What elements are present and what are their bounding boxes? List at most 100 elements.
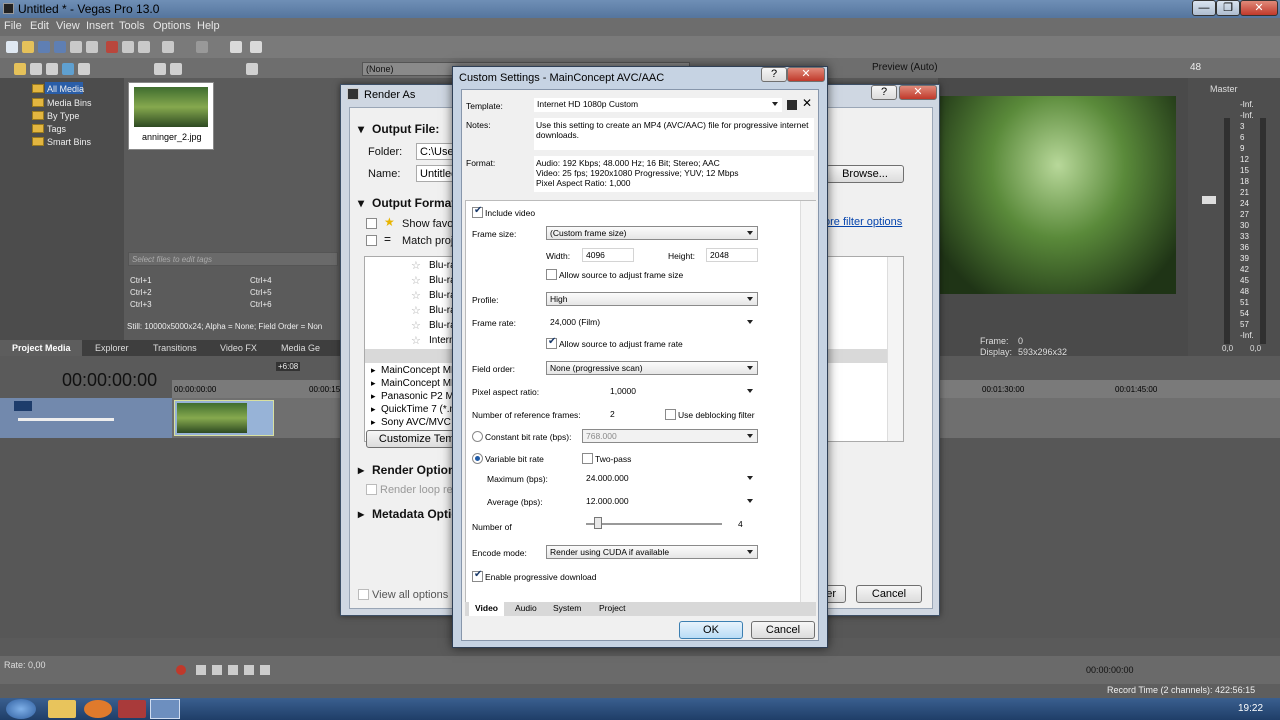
render-close-button[interactable]: ✕ [899, 85, 937, 100]
expand-arrow-icon[interactable]: ▸ [371, 391, 376, 402]
tab-media-generators[interactable]: Media Ge [281, 343, 320, 353]
variable-bitrate-radio[interactable] [472, 453, 483, 464]
tab-system[interactable]: System [547, 602, 587, 616]
include-video-checkbox[interactable] [472, 205, 483, 218]
minimize-button[interactable]: — [1192, 0, 1216, 16]
get-media-icon[interactable] [46, 63, 58, 75]
expand-arrow-icon[interactable]: ▸ [371, 378, 376, 389]
favorite-star-icon[interactable]: ☆ [411, 259, 421, 272]
tab-explorer[interactable]: Explorer [95, 343, 129, 353]
format-group[interactable]: Panasonic P2 MX [381, 391, 461, 402]
close-button[interactable]: ✕ [1240, 0, 1278, 16]
refresh-icon[interactable] [62, 63, 74, 75]
format-list-scrollbar[interactable] [887, 257, 903, 441]
capture-icon[interactable] [30, 63, 42, 75]
custom-cancel-button[interactable]: Cancel [751, 621, 815, 639]
play-from-start-icon[interactable] [212, 665, 222, 675]
collapse-arrow-icon[interactable]: ▾ [358, 196, 364, 210]
notes-textarea[interactable]: Use this setting to create an MP4 (AVC/A… [534, 118, 814, 150]
format-group[interactable]: MainConcept MP [381, 365, 458, 376]
menu-tools[interactable]: Tools [119, 20, 145, 32]
expand-arrow-icon[interactable]: ▸ [371, 365, 376, 376]
filter-options-link[interactable]: ore filter options [824, 216, 902, 228]
maximum-bps-select[interactable]: 24.000.000 [582, 471, 758, 485]
start-button[interactable] [6, 699, 36, 719]
tab-project-media[interactable]: Project Media [12, 343, 71, 353]
favorite-star-icon[interactable]: ☆ [411, 304, 421, 317]
play-icon[interactable] [154, 63, 166, 75]
save-as-icon[interactable] [54, 41, 66, 53]
paste-icon[interactable] [138, 41, 150, 53]
tab-audio[interactable]: Audio [509, 602, 543, 616]
app-taskbar-icon[interactable] [118, 700, 146, 718]
render-help-button[interactable]: ? [871, 85, 897, 100]
folder-input[interactable]: C:\Users [416, 143, 463, 160]
deblocking-checkbox[interactable] [665, 409, 676, 420]
render-loop-checkbox[interactable] [366, 484, 377, 495]
menu-insert[interactable]: Insert [86, 20, 114, 32]
pause-icon[interactable] [244, 665, 254, 675]
reference-frames-input[interactable]: 2 [606, 407, 650, 421]
constant-bitrate-radio[interactable] [472, 431, 483, 442]
tab-transitions[interactable]: Transitions [153, 343, 197, 353]
custom-close-button[interactable]: ✕ [787, 67, 825, 82]
undo-icon[interactable] [162, 41, 174, 53]
allow-frame-size-checkbox[interactable] [546, 269, 557, 280]
collapse-arrow-icon[interactable]: ▸ [358, 463, 364, 477]
search-icon[interactable] [78, 63, 90, 75]
render-icon[interactable] [70, 41, 82, 53]
maximize-button[interactable]: ❐ [1216, 0, 1240, 16]
format-group[interactable]: QuickTime 7 (*.m [381, 404, 458, 415]
explorer-taskbar-icon[interactable] [48, 700, 76, 718]
import-media-icon[interactable] [14, 63, 26, 75]
browse-button[interactable]: Browse... [826, 165, 904, 183]
delete-template-icon[interactable]: ✕ [802, 96, 812, 110]
video-track-header[interactable] [0, 398, 172, 438]
menu-options[interactable]: Options [153, 20, 191, 32]
copy-icon[interactable] [122, 41, 134, 53]
new-icon[interactable] [6, 41, 18, 53]
tree-item-media-bins[interactable]: Media Bins [47, 98, 92, 108]
redo-icon[interactable] [196, 41, 208, 53]
menu-edit[interactable]: Edit [30, 20, 49, 32]
encode-mode-select[interactable]: Render using CUDA if available [546, 545, 758, 559]
format-group[interactable]: Sony AVC/MVC (* [381, 417, 461, 428]
stop-icon[interactable] [170, 63, 182, 75]
favorite-star-icon[interactable]: ☆ [411, 289, 421, 302]
firefox-taskbar-icon[interactable] [84, 700, 112, 718]
ripple-icon[interactable] [230, 41, 242, 53]
view-all-options-checkbox[interactable] [358, 589, 369, 600]
field-order-select[interactable]: None (progressive scan) [546, 361, 758, 375]
save-template-icon[interactable] [787, 100, 797, 110]
tree-item-tags[interactable]: Tags [47, 124, 66, 134]
cut-icon[interactable] [106, 41, 118, 53]
frame-size-select[interactable]: (Custom frame size) [546, 226, 758, 240]
play-icon[interactable] [228, 665, 238, 675]
open-icon[interactable] [22, 41, 34, 53]
track-level-slider[interactable] [18, 418, 114, 421]
height-input[interactable]: 2048 [706, 248, 758, 262]
custom-help-button[interactable]: ? [761, 67, 787, 82]
profile-select[interactable]: High [546, 292, 758, 306]
format-group[interactable]: MainConcept MP [381, 378, 458, 389]
match-project-checkbox[interactable] [366, 235, 377, 246]
two-pass-checkbox[interactable] [582, 453, 593, 464]
vegas-taskbar-icon[interactable] [150, 699, 180, 719]
menu-file[interactable]: File [4, 20, 22, 32]
tree-item-by-type[interactable]: By Type [47, 111, 79, 121]
menu-view[interactable]: View [56, 20, 80, 32]
ok-button[interactable]: OK [679, 621, 743, 639]
pixel-aspect-select[interactable]: 1,0000 [606, 384, 758, 398]
zoom-icon[interactable] [246, 63, 258, 75]
collapse-arrow-icon[interactable]: ▾ [358, 122, 364, 136]
video-event-clip[interactable] [174, 400, 274, 436]
tab-video[interactable]: Video [469, 602, 504, 616]
save-icon[interactable] [38, 41, 50, 53]
frame-rate-select[interactable]: 24,000 (Film) [546, 315, 758, 329]
menu-help[interactable]: Help [197, 20, 220, 32]
loop-icon[interactable] [196, 665, 206, 675]
master-fader[interactable] [1202, 196, 1216, 204]
width-input[interactable]: 4096 [582, 248, 634, 262]
slider-thumb[interactable] [594, 517, 602, 529]
favorite-star-icon[interactable]: ☆ [411, 274, 421, 287]
